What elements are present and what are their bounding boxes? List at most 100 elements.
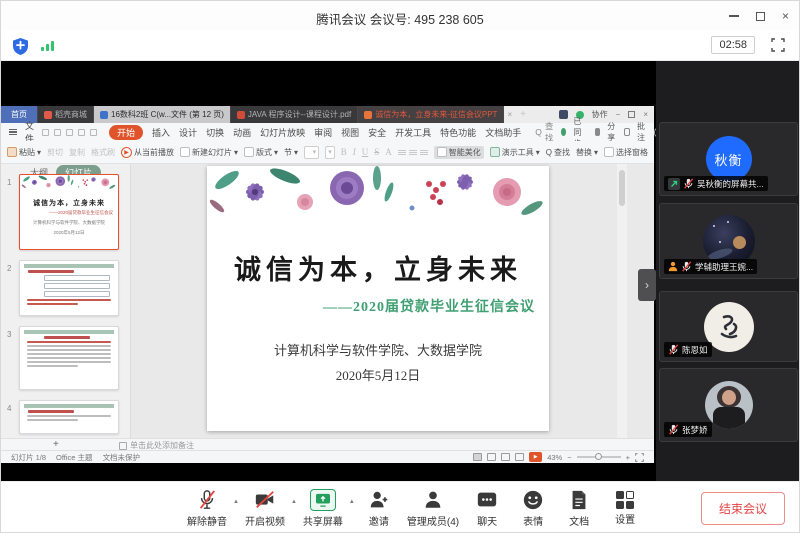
new-slide-button[interactable]: 新建幻灯片▾	[180, 147, 238, 158]
docs-button[interactable]: 文档	[561, 489, 597, 528]
bold-button[interactable]: B	[341, 147, 347, 157]
fit-screen-icon[interactable]	[635, 453, 644, 462]
slideshow-button[interactable]: ▶	[529, 452, 542, 462]
ribbon-tab-features[interactable]: 特色功能	[440, 126, 476, 139]
ribbon-tab-assistant[interactable]: 文档助手	[485, 126, 521, 139]
view-normal-icon[interactable]	[473, 453, 482, 461]
find-button[interactable]: Q查找	[546, 147, 570, 158]
ribbon-tab-view[interactable]: 视图	[341, 126, 359, 139]
share-label[interactable]: 分享	[607, 121, 617, 143]
font-color-button[interactable]: A	[385, 147, 392, 157]
close-button[interactable]: ×	[782, 10, 789, 22]
vertical-scrollbar[interactable]	[617, 164, 627, 438]
new-tab-button[interactable]: +	[515, 109, 531, 120]
deco-line	[27, 303, 78, 305]
deco-bar	[24, 264, 114, 268]
quick-access-toolbar[interactable]	[42, 129, 97, 136]
cut-button[interactable]: 剪切	[47, 147, 63, 158]
view-reading-icon[interactable]	[501, 453, 510, 461]
play-from-current-button[interactable]: ▶从当前播放	[121, 147, 174, 158]
zoom-out-button[interactable]: −	[567, 453, 571, 462]
ribbon-tab-design[interactable]: 设计	[179, 126, 197, 139]
ribbon-tab-animation[interactable]: 动画	[233, 126, 251, 139]
participant-name: 陈恩如	[682, 344, 708, 356]
sidebar-collapse-handle[interactable]: ›	[638, 269, 656, 301]
slide-thumbnail-2[interactable]	[19, 260, 119, 316]
slide-thumbnail-4[interactable]	[19, 400, 119, 434]
emoji-button[interactable]: 表情	[515, 489, 551, 528]
unmute-button[interactable]: 解除静音	[187, 489, 227, 528]
strike-button[interactable]: S	[374, 147, 379, 157]
chat-button[interactable]: 聊天	[469, 489, 505, 528]
alignment-group	[398, 150, 428, 155]
zoom-in-button[interactable]: +	[626, 453, 630, 462]
protect-status[interactable]: 文档未保护	[103, 452, 141, 463]
signal-bar	[41, 47, 44, 51]
wps-tab-store[interactable]: 稻壳商城	[38, 106, 94, 123]
video-options-caret[interactable]: ▲	[291, 499, 297, 505]
ribbon-tab-dev[interactable]: 开发工具	[395, 126, 431, 139]
share-screen-button[interactable]: 共享屏幕	[303, 489, 343, 528]
ribbon-tab-slideshow[interactable]: 幻灯片放映	[260, 126, 305, 139]
hamburger-icon[interactable]	[9, 129, 17, 136]
underline-button[interactable]: U	[362, 147, 369, 157]
participant-tile[interactable]: 陈恩如	[659, 291, 798, 362]
layout-button[interactable]: 版式▾	[244, 147, 278, 158]
deco-line	[27, 365, 78, 367]
replace-button[interactable]: 替换▾	[576, 147, 598, 158]
ribbon-tab-review[interactable]: 审阅	[314, 126, 332, 139]
align-right-icon[interactable]	[420, 150, 428, 155]
zoom-slider-knob[interactable]	[595, 453, 602, 460]
ribbon-tab-security[interactable]: 安全	[368, 126, 386, 139]
invite-button[interactable]: 邀请	[361, 489, 397, 528]
beautify-button[interactable]: 智能美化	[434, 146, 484, 159]
slide-thumbnail-3[interactable]	[19, 326, 119, 390]
zoom-slider[interactable]	[577, 456, 621, 458]
copy-button[interactable]: 复制	[69, 147, 85, 158]
slide-thumbnail-1[interactable]: 诚信为本，立身未来 ——2020届贷款毕业生征信会议 计算机科学与软件学院、大数…	[19, 174, 119, 250]
section-button[interactable]: 节▾	[284, 147, 298, 158]
minimize-button[interactable]	[729, 15, 739, 17]
end-meeting-button[interactable]: 结束会议	[701, 492, 785, 525]
paste-button[interactable]: 粘贴▾	[7, 147, 41, 158]
font-name-select[interactable]: ▾	[304, 146, 319, 159]
deco-star	[727, 221, 729, 223]
participant-tile[interactable]: 秋衡 吴秋衡的屏幕共...	[659, 122, 798, 196]
participant-tile[interactable]: 学辅助理王婉...	[659, 203, 798, 279]
scrollbar-thumb[interactable]	[619, 170, 625, 206]
select-pane-button[interactable]: 选择窗格	[604, 147, 648, 158]
presentation-tools-button[interactable]: 演示工具▾	[490, 147, 540, 158]
format-painter-button[interactable]: 格式刷	[91, 147, 115, 158]
slide-number: 2	[7, 264, 11, 273]
ribbon-tab-transition[interactable]: 切换	[206, 126, 224, 139]
ribbon-tab-home[interactable]: 开始	[109, 125, 143, 140]
security-shield-icon[interactable]	[13, 38, 28, 60]
wps-presentation-window: 首页 稻壳商城 16数科2班 C(w...文件 (第 12 页) JAVA 程序…	[1, 106, 654, 463]
wps-tab-doc[interactable]: 16数科2班 C(w...文件 (第 12 页)	[94, 106, 231, 123]
share-options-caret[interactable]: ▲	[349, 499, 355, 505]
fullscreen-icon[interactable]	[771, 38, 785, 57]
zoom-level[interactable]: 43%	[547, 453, 562, 462]
start-video-button[interactable]: 开启视频	[245, 489, 285, 528]
calligraphy-deco	[714, 312, 744, 342]
current-slide[interactable]: 诚信为本，立身未来 ——2020届贷款毕业生征信会议 计算机科学与软件学院、大数…	[207, 166, 549, 431]
view-sorter-icon[interactable]	[487, 453, 496, 461]
wps-tab-bar: 首页 稻壳商城 16数科2班 C(w...文件 (第 12 页) JAVA 程序…	[1, 106, 654, 123]
mic-options-caret[interactable]: ▲	[233, 499, 239, 505]
font-size-select[interactable]: ▾	[325, 146, 335, 159]
participant-tile[interactable]: 张梦娇	[659, 368, 798, 442]
italic-button[interactable]: I	[353, 147, 356, 157]
wps-tab-pdf[interactable]: JAVA 程序设计--课程设计.pdf	[231, 106, 358, 123]
align-left-icon[interactable]	[398, 150, 406, 155]
manage-members-button[interactable]: 管理成员(4)	[407, 489, 459, 528]
align-center-icon[interactable]	[409, 150, 417, 155]
wps-tab-ppt-active[interactable]: 诚信为本，立身未来-征信会议PPT	[358, 106, 504, 123]
ribbon-tab-insert[interactable]: 插入	[152, 126, 170, 139]
maximize-button[interactable]	[756, 12, 765, 21]
participant-label: 陈恩如	[664, 342, 712, 357]
network-signal-icon[interactable]	[41, 41, 54, 51]
settings-button[interactable]: 设置	[607, 491, 643, 526]
comment-label[interactable]: 批注	[637, 121, 647, 143]
tab-close-icon[interactable]: ×	[504, 110, 515, 119]
view-notes-icon[interactable]	[515, 453, 524, 461]
